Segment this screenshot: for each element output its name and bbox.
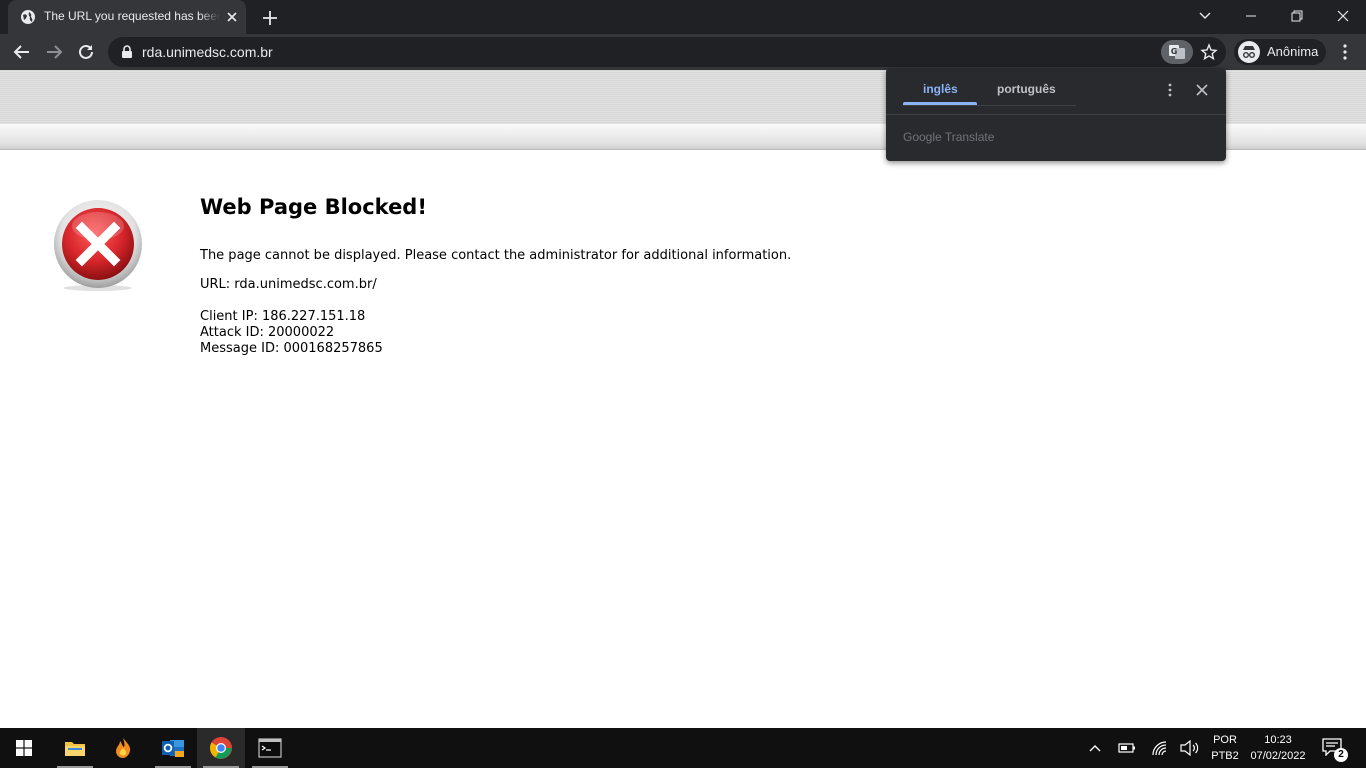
taskbar-app-flame[interactable] bbox=[99, 728, 147, 768]
tab-title: The URL you requested has been blocked bbox=[44, 9, 220, 23]
taskbar-terminal[interactable] bbox=[246, 728, 294, 768]
volume-control[interactable] bbox=[1180, 738, 1200, 758]
action-center-button[interactable]: 2 bbox=[1322, 738, 1348, 762]
browser-tab[interactable]: The URL you requested has been blocked bbox=[8, 0, 246, 34]
minimize-icon bbox=[1246, 15, 1256, 17]
show-hidden-icons-button[interactable] bbox=[1085, 738, 1105, 758]
block-message: The page cannot be displayed. Please con… bbox=[200, 248, 792, 263]
incognito-icon bbox=[1238, 41, 1260, 63]
star-icon bbox=[1200, 43, 1218, 61]
restore-button[interactable] bbox=[1274, 0, 1320, 32]
new-tab-button[interactable] bbox=[260, 8, 280, 28]
input-language-indicator[interactable]: POR PTB2 bbox=[1210, 732, 1240, 764]
back-button[interactable] bbox=[8, 38, 36, 66]
notification-count-badge: 2 bbox=[1334, 748, 1348, 762]
clock-date: 07/02/2022 bbox=[1250, 750, 1306, 762]
tab-source-language[interactable]: inglês bbox=[923, 82, 958, 96]
battery-status[interactable] bbox=[1117, 738, 1137, 758]
attack-id: Attack ID: 20000022 bbox=[200, 325, 335, 340]
windows-taskbar: POR PTB2 10:23 07/02/2022 2 bbox=[0, 728, 1366, 768]
blocked-page-content: Web Page Blocked! The page cannot be dis… bbox=[200, 192, 1100, 357]
browser-toolbar: rda.unimedsc.com.br G Anônima bbox=[0, 34, 1366, 70]
url-text[interactable]: rda.unimedsc.com.br bbox=[142, 44, 273, 60]
outlook-icon bbox=[162, 740, 184, 757]
restore-icon bbox=[1291, 10, 1303, 22]
chevron-down-icon bbox=[1199, 12, 1211, 19]
translate-options-button[interactable] bbox=[1162, 82, 1178, 98]
close-icon[interactable] bbox=[224, 9, 240, 25]
battery-icon bbox=[1118, 743, 1135, 753]
lang-tabs-divider bbox=[903, 105, 1076, 106]
taskbar-file-explorer[interactable] bbox=[51, 728, 99, 768]
bookmark-button[interactable] bbox=[1198, 41, 1220, 63]
svg-text:G: G bbox=[1171, 47, 1178, 56]
speaker-icon bbox=[1180, 740, 1199, 756]
arrow-left-icon bbox=[13, 45, 29, 59]
translate-branding: Google Translate bbox=[903, 130, 995, 144]
popup-divider bbox=[886, 114, 1226, 115]
profile-button[interactable]: Anônima bbox=[1234, 39, 1326, 65]
globe-icon bbox=[21, 10, 35, 24]
client-ip: Client IP: 186.227.151.18 bbox=[200, 309, 366, 324]
tab-search-button[interactable] bbox=[1182, 0, 1228, 32]
system-clock[interactable]: 10:23 07/02/2022 bbox=[1246, 732, 1310, 764]
tab-strip: The URL you requested has been blocked bbox=[0, 0, 1366, 34]
tab-target-language[interactable]: português bbox=[997, 82, 1056, 96]
clock-time: 10:23 bbox=[1264, 734, 1292, 746]
active-tab-indicator bbox=[903, 102, 977, 105]
close-icon bbox=[1337, 10, 1349, 22]
language-code: POR bbox=[1213, 734, 1237, 746]
network-status[interactable] bbox=[1150, 738, 1170, 758]
flame-app-icon bbox=[116, 738, 131, 758]
chrome-icon bbox=[210, 737, 232, 759]
network-icon bbox=[1152, 741, 1167, 756]
reload-icon bbox=[79, 44, 93, 59]
taskbar-outlook[interactable] bbox=[149, 728, 197, 768]
kebab-menu-icon bbox=[1168, 83, 1172, 97]
page-title: Web Page Blocked! bbox=[200, 195, 427, 219]
reload-button[interactable] bbox=[72, 38, 100, 66]
close-icon[interactable] bbox=[1194, 82, 1210, 98]
blocked-url: URL: rda.unimedsc.com.br/ bbox=[200, 277, 377, 292]
close-window-button[interactable] bbox=[1320, 0, 1366, 32]
keyboard-layout: PTB2 bbox=[1211, 750, 1239, 762]
arrow-right-icon bbox=[47, 45, 63, 59]
minimize-button[interactable] bbox=[1228, 0, 1274, 32]
chevron-up-icon bbox=[1089, 745, 1101, 752]
forward-button[interactable] bbox=[40, 38, 68, 66]
block-details: Client IP: 186.227.151.18 Attack ID: 200… bbox=[200, 309, 1100, 357]
taskbar-chrome[interactable] bbox=[197, 728, 245, 768]
translate-popup: inglês português Google Translate bbox=[886, 68, 1226, 161]
terminal-icon bbox=[258, 738, 282, 758]
start-button[interactable] bbox=[0, 728, 48, 768]
file-explorer-icon bbox=[65, 742, 85, 756]
translate-button[interactable]: G bbox=[1161, 40, 1193, 64]
error-x-icon bbox=[54, 200, 142, 291]
browser-menu-button[interactable] bbox=[1336, 41, 1354, 63]
kebab-menu-icon bbox=[1343, 44, 1347, 60]
translate-icon: G bbox=[1169, 45, 1185, 59]
message-id: Message ID: 000168257865 bbox=[200, 341, 383, 356]
windows-start-icon bbox=[16, 740, 32, 756]
profile-label: Anônima bbox=[1267, 44, 1319, 59]
lock-icon[interactable] bbox=[120, 45, 134, 59]
address-bar[interactable]: rda.unimedsc.com.br G bbox=[108, 37, 1226, 67]
